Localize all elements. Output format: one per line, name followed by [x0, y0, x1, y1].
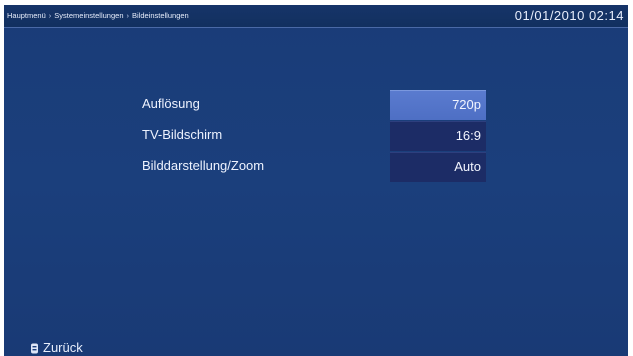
- setting-value: Auto: [454, 159, 481, 174]
- settings-list: Auflösung 720p TV-Bildschirm 16:9 Bildda…: [142, 90, 487, 183]
- breadcrumb-item-system-settings[interactable]: Systemeinstellungen: [54, 11, 123, 20]
- setting-value-selector[interactable]: Auto: [390, 152, 486, 182]
- date-time-display: 01/01/2010 02:14: [514, 8, 624, 23]
- back-label: Zurück: [43, 340, 83, 355]
- setting-label: Bilddarstellung/Zoom: [142, 158, 265, 173]
- remote-back-button-icon: [31, 343, 38, 354]
- setting-row-resolution[interactable]: Auflösung 720p: [142, 90, 487, 120]
- breadcrumb-item-picture-settings: Bildeinstellungen: [132, 11, 189, 20]
- setting-label: TV-Bildschirm: [142, 127, 223, 142]
- breadcrumb-separator: ›: [48, 11, 52, 20]
- back-hint[interactable]: Zurück: [30, 340, 83, 355]
- header-bar: Hauptmenü › Systemeinstellungen › Bildeinste…: [4, 5, 628, 28]
- breadcrumb-item-main-menu[interactable]: Hauptmenü: [7, 11, 46, 20]
- setting-label: Auflösung: [142, 96, 200, 111]
- breadcrumb: Hauptmenü › Systemeinstellungen › Bildeinste…: [7, 11, 189, 20]
- setting-value-selector[interactable]: 720p: [390, 90, 486, 120]
- setting-value: 16:9: [455, 128, 481, 143]
- setting-row-tv-screen[interactable]: TV-Bildschirm 16:9: [142, 121, 487, 151]
- breadcrumb-separator: ›: [126, 11, 130, 20]
- tv-menu-screen: Hauptmenü › Systemeinstellungen › Bildeinste…: [4, 5, 628, 356]
- setting-row-picture-zoom[interactable]: Bilddarstellung/Zoom Auto: [142, 152, 487, 182]
- setting-value: 720p: [452, 97, 481, 112]
- setting-value-selector[interactable]: 16:9: [390, 121, 486, 151]
